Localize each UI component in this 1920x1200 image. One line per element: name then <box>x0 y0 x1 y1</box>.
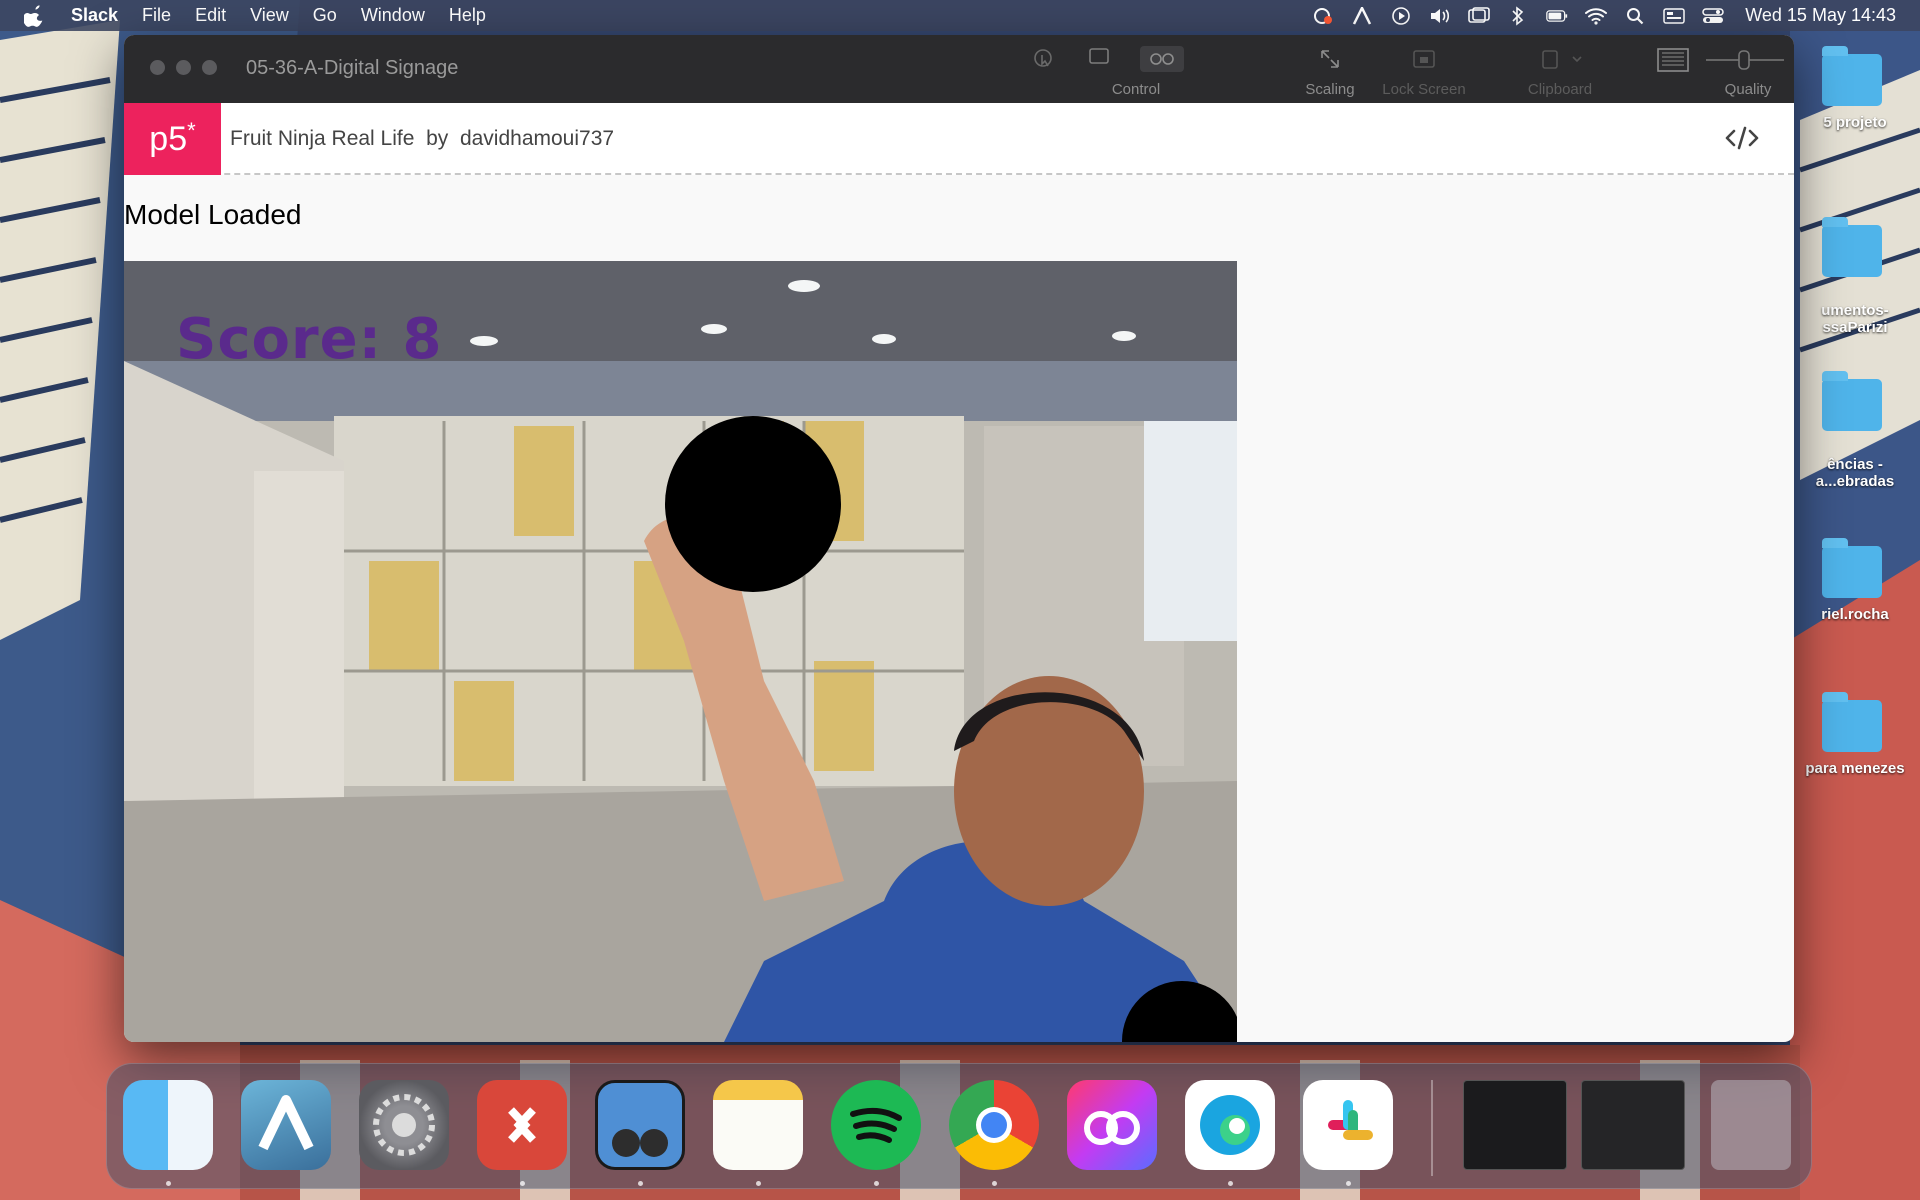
preview-icon[interactable] <box>595 1080 685 1170</box>
by-label: by <box>426 127 449 150</box>
fruit-circle <box>665 416 841 592</box>
close-window-button[interactable] <box>150 60 165 75</box>
desktop-folder[interactable]: riel.rocha <box>1790 538 1920 623</box>
edge-icon[interactable] <box>1185 1080 1275 1170</box>
menu-view[interactable]: View <box>250 5 289 26</box>
desktop-folder-label: para menezes <box>1805 760 1905 777</box>
model-status-text: Model Loaded <box>124 199 302 230</box>
minimized-window-thumbnail[interactable] <box>1463 1080 1567 1170</box>
remote-desktop-icon[interactable] <box>477 1080 567 1170</box>
notes-icon[interactable] <box>713 1080 803 1170</box>
menu-bar: Slack File Edit View Go Window Help Wed … <box>0 0 1920 31</box>
creative-cloud-icon[interactable] <box>1067 1080 1157 1170</box>
desktop-folder[interactable]: umentos- ssaParizi <box>1790 208 1920 336</box>
folder-icon <box>1822 217 1882 277</box>
trash-icon[interactable] <box>1711 1080 1791 1170</box>
desktop-folder[interactable]: para menezes <box>1790 692 1920 777</box>
control-label: Control <box>1111 81 1161 98</box>
folder-icon <box>1822 538 1882 598</box>
game-score: Score: 8 <box>176 307 443 372</box>
battery-icon[interactable] <box>1546 6 1568 26</box>
running-indicator <box>992 1181 997 1186</box>
sketch-title: Fruit Ninja Real Life <box>230 127 415 150</box>
running-indicator <box>756 1181 761 1186</box>
menu-clock[interactable]: Wed 15 May 14:43 <box>1745 5 1896 26</box>
sketch-author-link[interactable]: davidhamoui737 <box>460 127 614 150</box>
quality-slider[interactable] <box>1654 45 1794 73</box>
clipboard-label: Clipboard <box>1527 81 1593 98</box>
chrome-icon[interactable] <box>949 1080 1039 1170</box>
volume-icon[interactable] <box>1429 6 1451 26</box>
menu-file[interactable]: File <box>142 5 171 26</box>
minimized-window-thumbnail[interactable] <box>1581 1080 1685 1170</box>
cursor-tool[interactable] <box>1024 45 1064 73</box>
menu-window[interactable]: Window <box>361 5 425 26</box>
p5-logo-text: p5 <box>149 119 188 158</box>
sketch-title-line: Fruit Ninja Real Life by davidhamoui737 <box>230 127 614 151</box>
menu-help[interactable]: Help <box>449 5 486 26</box>
dock-separator <box>1431 1080 1433 1176</box>
scaling-icon <box>1313 45 1347 73</box>
apple-menu-icon[interactable] <box>24 4 46 28</box>
bluetooth-icon[interactable] <box>1507 5 1529 26</box>
desktop-folder-label: riel.rocha <box>1821 606 1889 623</box>
affinity-tray-icon[interactable] <box>1351 6 1373 26</box>
running-indicator <box>874 1181 879 1186</box>
screen-mirroring-icon[interactable] <box>1468 6 1491 26</box>
wifi-icon[interactable] <box>1585 6 1608 26</box>
clipboard-button[interactable]: Clipboard <box>1520 45 1600 98</box>
desktop-folder-label: 5 projeto <box>1823 114 1887 131</box>
view-code-icon[interactable] <box>1724 123 1760 153</box>
control-tool[interactable]: Control <box>1084 45 1188 98</box>
menu-go[interactable]: Go <box>313 5 337 26</box>
control-icons <box>1084 45 1188 73</box>
clipboard-icon <box>1530 45 1590 73</box>
dock <box>106 1063 1812 1189</box>
running-indicator <box>166 1181 171 1186</box>
active-app-name[interactable]: Slack <box>71 5 118 26</box>
quality-label: Quality <box>1724 81 1772 98</box>
running-indicator <box>1346 1181 1351 1186</box>
lock-screen-icon <box>1407 45 1441 73</box>
folder-icon <box>1822 46 1882 106</box>
window-titlebar[interactable]: 05-36-A-Digital Signage Control Scaling … <box>124 35 1794 103</box>
scaling-label: Scaling <box>1305 81 1355 98</box>
lock-screen-label: Lock Screen <box>1382 81 1466 98</box>
p5-logo-star: * <box>187 118 196 143</box>
scaling-button[interactable]: Scaling <box>1300 45 1360 98</box>
slack-icon[interactable] <box>1303 1080 1393 1170</box>
running-indicator <box>638 1181 643 1186</box>
control-center-icon[interactable] <box>1702 6 1724 26</box>
quality-control[interactable]: Quality <box>1654 45 1794 98</box>
running-indicator <box>520 1181 525 1186</box>
minimize-window-button[interactable] <box>176 60 191 75</box>
system-settings-icon[interactable] <box>359 1080 449 1170</box>
running-indicator <box>1228 1181 1233 1186</box>
menu-edit[interactable]: Edit <box>195 5 226 26</box>
p5-editor-header: p5 * Fruit Ninja Real Life by davidhamoui… <box>124 103 1794 175</box>
desktop-folder[interactable]: 5 projeto <box>1790 46 1920 131</box>
window-title: 05-36-A-Digital Signage <box>246 57 459 79</box>
input-source-icon[interactable] <box>1663 6 1685 26</box>
now-playing-icon[interactable] <box>1390 6 1412 26</box>
zoom-window-button[interactable] <box>202 60 217 75</box>
spotify-icon[interactable] <box>831 1080 921 1170</box>
folder-icon <box>1822 692 1882 752</box>
lock-screen-button[interactable]: Lock Screen <box>1374 45 1474 98</box>
remote-desktop-window: 05-36-A-Digital Signage Control Scaling … <box>124 35 1794 1042</box>
desktop-folder-label: umentos- ssaParizi <box>1821 302 1889 336</box>
finder-icon[interactable] <box>123 1080 213 1170</box>
recording-status-icon[interactable] <box>1312 6 1334 26</box>
affinity-icon[interactable] <box>241 1080 331 1170</box>
webcam-scene <box>124 261 1237 1042</box>
touch-pointer-icon <box>1027 45 1061 73</box>
desktop-folder[interactable]: ências - a...ebradas <box>1790 362 1920 490</box>
folder-icon <box>1822 371 1882 431</box>
spotlight-search-icon[interactable] <box>1624 6 1646 26</box>
p5-logo[interactable]: p5 * <box>124 103 221 175</box>
desktop-folder-label: ências - a...ebradas <box>1815 456 1895 490</box>
webcam-game-canvas[interactable]: Score: 8 <box>124 261 1237 1042</box>
